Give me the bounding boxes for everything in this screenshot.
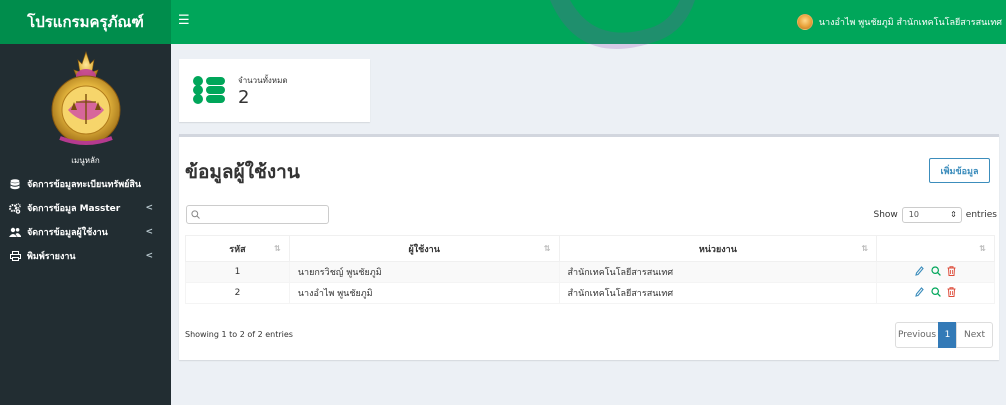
edit-icon[interactable] bbox=[914, 286, 924, 300]
users-table: รหัส ⇅ ผู้ใช้งาน ⇅ หน่วยงาน ⇅ ⇅ 1 นายกรวิชญ… bbox=[185, 235, 995, 304]
search-icon bbox=[191, 209, 200, 222]
select-arrows-icon: ⇕ bbox=[950, 210, 957, 219]
sidebar: โปรแกรมครุภัณฑ์ เมนูหลัก จัดการข้อมูลทะเ… bbox=[0, 0, 171, 405]
sort-icon: ⇅ bbox=[861, 244, 869, 253]
cell-unit: สำนักเทคโนโลยีสารสนเทศ bbox=[558, 282, 878, 304]
database-icon bbox=[8, 178, 22, 190]
pagination: Previous 1 Next bbox=[895, 322, 993, 348]
page-length-control: Show 10 ⇕ entries bbox=[873, 207, 997, 223]
cell-id: 1 bbox=[185, 261, 290, 283]
delete-icon[interactable] bbox=[947, 286, 956, 300]
sidebar-item-label: จัดการข้อมูลทะเบียนทรัพย์สิน bbox=[27, 180, 142, 190]
users-icon bbox=[8, 227, 22, 237]
sort-icon: ⇅ bbox=[979, 244, 986, 253]
sidebar-item-label: จัดการข้อมูลผู้ใช้งาน bbox=[27, 228, 108, 238]
cell-actions bbox=[876, 261, 995, 283]
list-icon bbox=[192, 75, 226, 108]
gears-icon bbox=[8, 202, 22, 214]
chevron-left-icon: < bbox=[145, 227, 153, 237]
emblem-logo bbox=[0, 44, 171, 148]
table-row: 1 นายกรวิชญ์ พูนชัยภูมิ สำนักเทคโนโลยีสา… bbox=[185, 261, 995, 283]
view-icon[interactable] bbox=[930, 286, 941, 300]
info-label: จำนวนทั้งหมด bbox=[238, 76, 288, 85]
next-page-button[interactable]: Next bbox=[956, 322, 993, 348]
sidebar-item-master[interactable]: จัดการข้อมูล Masster < bbox=[0, 196, 171, 220]
entries-label: entries bbox=[965, 210, 997, 220]
sidebar-item-label: พิมพ์รายงาน bbox=[27, 252, 76, 262]
table-header-row: รหัส ⇅ ผู้ใช้งาน ⇅ หน่วยงาน ⇅ ⇅ bbox=[185, 235, 995, 262]
avatar bbox=[796, 14, 813, 30]
print-icon bbox=[8, 251, 22, 261]
previous-page-button[interactable]: Previous bbox=[895, 322, 939, 348]
column-header-unit[interactable]: หน่วยงาน ⇅ bbox=[558, 235, 878, 262]
page-1-button[interactable]: 1 bbox=[938, 322, 957, 348]
chevron-left-icon: < bbox=[145, 203, 153, 213]
page-title: ข้อมูลผู้ใช้งาน bbox=[185, 161, 300, 183]
search-input[interactable] bbox=[186, 205, 329, 224]
top-header: ☰ นางอำไพ พูนชัยภูมิ สำนักเทคโนโลยีสารสน… bbox=[171, 0, 1006, 44]
cell-user: นายกรวิชญ์ พูนชัยภูมิ bbox=[288, 261, 560, 283]
menu-heading: เมนูหลัก bbox=[71, 156, 100, 165]
user-name: นางอำไพ พูนชัยภูมิ สำนักเทคโนโลยีสารสนเท… bbox=[818, 18, 1002, 28]
main-content: จำนวนทั้งหมด 2 ข้อมูลผู้ใช้งาน เพิ่มข้อม… bbox=[171, 44, 1006, 405]
column-header-user[interactable]: ผู้ใช้งาน ⇅ bbox=[288, 235, 560, 262]
view-icon[interactable] bbox=[930, 265, 941, 279]
column-header-id[interactable]: รหัส ⇅ bbox=[185, 235, 290, 262]
cell-id: 2 bbox=[185, 282, 290, 304]
chevron-left-icon: < bbox=[145, 251, 153, 261]
entries-value: 10 bbox=[908, 210, 919, 219]
add-data-button[interactable]: เพิ่มข้อมูล bbox=[929, 158, 990, 183]
show-label: Show bbox=[873, 210, 898, 220]
sidebar-item-users[interactable]: จัดการข้อมูลผู้ใช้งาน < bbox=[0, 220, 171, 244]
column-header-actions[interactable]: ⇅ bbox=[876, 235, 995, 262]
sidebar-item-label: จัดการข้อมูล Masster bbox=[27, 204, 121, 214]
info-box: จำนวนทั้งหมด 2 bbox=[179, 59, 370, 122]
edit-icon[interactable] bbox=[914, 265, 924, 279]
sidebar-item-assets[interactable]: จัดการข้อมูลทะเบียนทรัพย์สิน bbox=[0, 172, 171, 196]
table-row: 2 นางอำไพ พูนชัยภูมิ สำนักเทคโนโลยีสารสน… bbox=[185, 282, 995, 304]
cell-unit: สำนักเทคโนโลยีสารสนเทศ bbox=[558, 261, 878, 283]
app: โปรแกรมครุภัณฑ์ เมนูหลัก จัดการข้อมูลทะเ… bbox=[0, 0, 1006, 405]
sidebar-item-reports[interactable]: พิมพ์รายงาน < bbox=[0, 244, 171, 268]
sort-asc-icon: ⇅ bbox=[274, 244, 281, 253]
delete-icon[interactable] bbox=[947, 265, 956, 279]
cell-actions bbox=[876, 282, 995, 304]
hamburger-icon[interactable]: ☰ bbox=[178, 13, 190, 28]
entries-select[interactable]: 10 ⇕ bbox=[901, 207, 962, 223]
sort-icon: ⇅ bbox=[543, 244, 551, 253]
table-info: Showing 1 to 2 of 2 entries bbox=[185, 330, 293, 339]
user-menu[interactable]: นางอำไพ พูนชัยภูมิ สำนักเทคโนโลยีสารสนเท… bbox=[796, 14, 1002, 30]
app-logo[interactable]: โปรแกรมครุภัณฑ์ bbox=[0, 0, 171, 44]
users-panel: ข้อมูลผู้ใช้งาน เพิ่มข้อมูล Show 10 ⇕ en… bbox=[179, 134, 999, 360]
info-count: 2 bbox=[238, 87, 250, 108]
cell-user: นางอำไพ พูนชัยภูมิ bbox=[288, 282, 560, 304]
